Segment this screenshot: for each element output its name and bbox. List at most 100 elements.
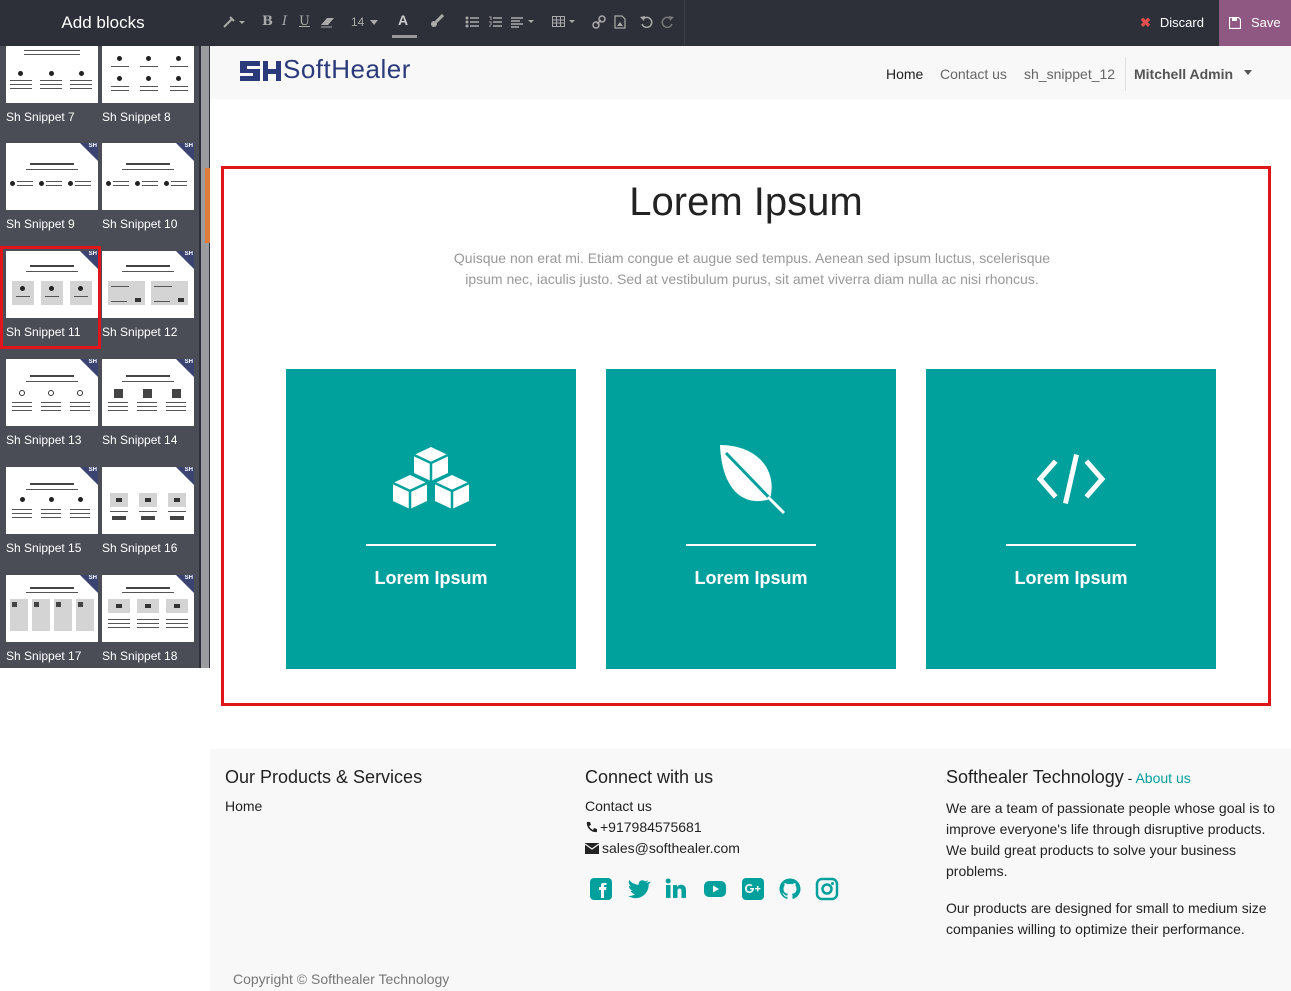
title-separator: - — [1123, 770, 1136, 786]
linkedin-icon[interactable] — [664, 877, 688, 901]
discard-button[interactable]: ✖ Discard — [1128, 0, 1218, 46]
underline-button[interactable]: U — [299, 14, 310, 29]
snippet-sh-14[interactable]: SH Sh Snippet 14 — [102, 359, 194, 457]
footer-copyright: Copyright © Softhealer Technology — [233, 971, 450, 987]
font-size-dropdown[interactable]: 14 — [351, 15, 364, 29]
sh-badge: SH — [88, 359, 97, 365]
card-title: Lorem Ipsum — [694, 568, 808, 588]
logo-text-prefix: Sof — [283, 54, 324, 84]
cubes-icon — [392, 447, 470, 509]
sh-badge: SH — [184, 575, 193, 581]
card-divider — [1006, 544, 1136, 546]
youtube-icon[interactable] — [703, 877, 727, 901]
text-color-button[interactable]: A — [398, 12, 408, 28]
snippet-sh-13[interactable]: SH Sh Snippet 13 — [6, 359, 98, 457]
facebook-icon[interactable] — [589, 877, 613, 901]
footer-products-title: Our Products & Services — [225, 767, 423, 787]
eraser-icon[interactable] — [320, 16, 336, 28]
snippet-thumbnail: SH — [6, 467, 98, 534]
align-dropdown-icon[interactable] — [511, 16, 537, 28]
snippet-label: Sh Snippet 16 — [102, 541, 178, 555]
card-divider — [366, 544, 496, 546]
footer-link-home[interactable]: Home — [225, 798, 262, 814]
section-title: Lorem Ipsum — [629, 180, 863, 224]
snippet-sh-17[interactable]: SH Sh Snippet 17 — [6, 575, 98, 673]
footer-about-paragraph-2: Our products are designed for small to m… — [946, 900, 1267, 937]
footer-company-title: Softhealer Technology - About us — [946, 767, 1191, 788]
section-subtitle-line-1: Quisque non erat mi. Etiam congue et aug… — [453, 250, 1051, 266]
sh-badge: SH — [88, 467, 97, 473]
snippet-thumbnail: SH — [6, 575, 98, 642]
snippet-sh-16[interactable]: SH Sh Snippet 16 — [102, 467, 194, 565]
snippet-thumbnail: SH — [102, 359, 194, 426]
footer-phone: +917984575681 — [600, 819, 702, 835]
snippet-label: Sh Snippet 14 — [102, 433, 178, 447]
snippet-sh-9[interactable]: SH Sh Snippet 9 — [6, 143, 98, 241]
drop-zone-indicator — [205, 168, 210, 243]
text-color-swatch — [392, 35, 417, 38]
snippet-sh-18[interactable]: SH Sh Snippet 18 — [102, 575, 194, 673]
footer-email: sales@softhealer.com — [602, 840, 740, 856]
nav-link-home[interactable]: Home — [886, 66, 923, 82]
link-icon[interactable] — [592, 15, 606, 29]
snippet-sh-12[interactable]: SH Sh Snippet 12 — [102, 251, 194, 349]
softhealer-logo[interactable]: SoftHealer — [240, 54, 420, 84]
undo-icon[interactable] — [640, 15, 653, 28]
sidebar-title: Add blocks — [0, 0, 210, 46]
snippet-thumbnail: SH — [102, 575, 194, 642]
snippet-thumbnail: SH — [102, 143, 194, 210]
footer-link-about[interactable]: About us — [1135, 770, 1190, 786]
snippet-label: Sh Snippet 12 — [102, 325, 178, 339]
snippet-sh-8[interactable]: Sh Snippet 8 — [102, 46, 194, 144]
table-icon[interactable] — [552, 15, 578, 29]
italic-button[interactable]: I — [282, 14, 287, 29]
feature-card[interactable]: Lorem Ipsum — [286, 369, 576, 669]
sidebar-scrollbar-thumb[interactable] — [201, 46, 209, 668]
snippet-thumbnail: SH — [6, 359, 98, 426]
snippet-label: Sh Snippet 15 — [6, 541, 82, 555]
snippet-sh-7[interactable]: Sh Snippet 7 — [6, 46, 98, 144]
magic-wand-icon[interactable] — [222, 15, 246, 29]
logo-text-suffix: Healer — [331, 54, 411, 84]
ordered-list-icon[interactable] — [488, 16, 502, 28]
snippet-thumbnail — [102, 46, 194, 103]
github-icon[interactable] — [778, 877, 802, 901]
image-icon[interactable] — [614, 15, 626, 29]
save-icon — [1229, 17, 1241, 29]
snippet-thumbnail: SH — [102, 467, 194, 534]
chevron-down-icon — [1244, 70, 1252, 75]
sh-badge: SH — [184, 359, 193, 365]
card-divider — [686, 544, 816, 546]
snippet-sh-10[interactable]: SH Sh Snippet 10 — [102, 143, 194, 241]
logo-mark-icon — [240, 61, 281, 81]
snippet-sh-15[interactable]: SH Sh Snippet 15 — [6, 467, 98, 565]
google-plus-icon[interactable] — [741, 877, 765, 901]
discard-label: Discard — [1159, 15, 1204, 30]
bold-button[interactable]: B — [262, 14, 273, 29]
nav-link-sh-snippet-12[interactable]: sh_snippet_12 — [1024, 66, 1115, 82]
user-menu[interactable]: Mitchell Admin — [1134, 66, 1233, 82]
section-subtitle-line-2: ipsum nec, iaculis justo. Sed at vestibu… — [465, 271, 1039, 287]
sh-badge: SH — [184, 251, 193, 257]
paint-brush-icon[interactable] — [430, 14, 444, 28]
footer-connect-title: Connect with us — [585, 767, 714, 787]
feature-card[interactable]: Lorem Ipsum — [926, 369, 1216, 669]
unordered-list-icon[interactable] — [465, 16, 479, 28]
feature-card[interactable]: Lorem Ipsum — [606, 369, 896, 669]
nav-link-contact[interactable]: Contact us — [940, 66, 1007, 82]
selected-snippet-highlight — [0, 246, 101, 349]
save-label: Save — [1251, 15, 1281, 30]
snippet-label: Sh Snippet 10 — [102, 217, 178, 231]
snippet-thumbnail — [6, 46, 98, 103]
phone-icon — [586, 822, 597, 833]
snippet-label: Sh Snippet 13 — [6, 433, 82, 447]
chevron-down-icon — [370, 20, 378, 25]
twitter-icon[interactable] — [627, 877, 651, 901]
save-button[interactable]: Save — [1219, 0, 1291, 46]
redo-icon[interactable] — [661, 15, 674, 28]
instagram-icon[interactable] — [815, 877, 839, 901]
footer-link-contact[interactable]: Contact us — [585, 798, 652, 814]
section-subtitle: Quisque non erat mi. Etiam congue et aug… — [440, 248, 1064, 290]
snippet-thumbnail: SH — [102, 251, 194, 318]
snippet-label: Sh Snippet 18 — [102, 649, 178, 663]
